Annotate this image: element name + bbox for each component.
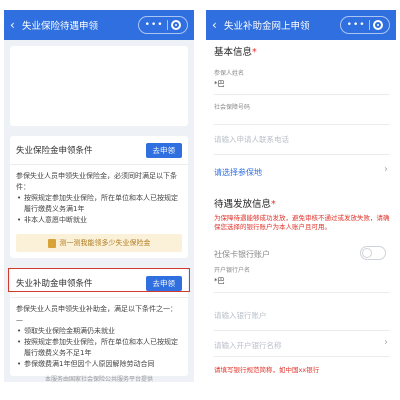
payment-info-heading: 待遇发放信息* bbox=[214, 196, 276, 210]
coin-icon bbox=[47, 238, 56, 248]
conditions-intro: 参保失业人员申领失业保险金，必须同时满足以下条件： bbox=[16, 172, 177, 191]
holder-value: *巴 bbox=[214, 277, 225, 285]
select-location-link[interactable]: 请选择参保地 bbox=[214, 167, 262, 178]
divider bbox=[214, 292, 390, 293]
bank-account-input[interactable]: 请输入银行账户 bbox=[214, 310, 267, 321]
divider bbox=[214, 94, 390, 95]
heading-text: 基本信息 bbox=[214, 47, 253, 58]
left-topbar: ‹ 失业保险待遇申领 ••• bbox=[4, 10, 194, 40]
divider bbox=[214, 330, 390, 331]
phone-input[interactable]: 请输入申请人联系电话 bbox=[214, 134, 289, 145]
target-circle-icon[interactable] bbox=[373, 20, 384, 30]
conditions-intro: 参保失业人员申领失业补助金，满足以下条件之一： bbox=[16, 305, 177, 313]
name-value: *巴 bbox=[214, 80, 225, 88]
ssn-label: 社会保障号码 bbox=[214, 104, 251, 111]
apply-insurance-button[interactable]: 去申领 bbox=[145, 142, 182, 158]
chevron-left-icon[interactable]: ‹ bbox=[10, 18, 20, 32]
right-topbar: ‹ 失业补助金网上申领 ••• bbox=[206, 10, 396, 40]
condition-item: 非本人意愿中断就业 bbox=[16, 215, 182, 226]
dash: — bbox=[16, 316, 23, 324]
more-dots-icon[interactable]: ••• bbox=[347, 20, 366, 30]
condition-item: 参保缴费满1年但因个人原因解除劳动合同 bbox=[16, 359, 182, 370]
service-footer: 本服务由国家社会保险公共服务平台提供 bbox=[44, 376, 153, 382]
mini-program-capsule: ••• bbox=[138, 16, 188, 34]
left-screen: ‹ 失业保险待遇申领 ••• 失业保险金申领条件 去申领 参保失业人员申领失业保… bbox=[4, 10, 194, 382]
name-label: 参保人姓名 bbox=[214, 70, 245, 77]
holder-label: 开户银行户名 bbox=[214, 267, 251, 274]
right-screen: ‹ 失业补助金网上申领 ••• 基本信息* 参保人姓名 *巴 社会保障号码 请输… bbox=[206, 10, 396, 382]
target-circle-icon[interactable] bbox=[171, 20, 182, 30]
condition-item: 按照规定参加失业保险，所在单位和本人已按规定履行缴费义务不足1年 bbox=[16, 337, 182, 359]
highlight-box bbox=[8, 268, 190, 292]
mini-program-capsule: ••• bbox=[340, 16, 390, 34]
divider bbox=[10, 164, 188, 165]
social-card-account-label: 社保卡银行账户 bbox=[214, 250, 270, 259]
basic-info-heading: 基本信息* bbox=[214, 44, 257, 58]
card-header: 失业保险金申领条件 去申领 bbox=[16, 142, 182, 158]
right-page-title: 失业补助金网上申领 bbox=[224, 21, 310, 32]
divider bbox=[214, 124, 390, 125]
condition-item: 按照规定参加失业保险，所在单位和本人已按规定履行缴费义务满1年 bbox=[16, 193, 182, 215]
divider bbox=[214, 154, 390, 155]
payment-warning: 为保障待遇能够成功发放，避免审核不通过或发放失败，请确保您选择的银行账户为本人账… bbox=[214, 214, 390, 231]
more-dots-icon[interactable]: ••• bbox=[145, 20, 164, 30]
bank-name-warning: 请填写银行规范简称，如中国xx银行 bbox=[214, 366, 320, 374]
benefit-calculator-banner[interactable]: 测一测我能领多少失业保险金 bbox=[16, 234, 182, 252]
social-card-account-toggle[interactable] bbox=[360, 246, 386, 260]
divider bbox=[10, 297, 188, 298]
top-blank-card bbox=[10, 46, 188, 126]
bank-name-input[interactable]: 请输入开户银行名称 bbox=[214, 340, 282, 351]
left-page-title: 失业保险待遇申领 bbox=[22, 21, 99, 32]
unemployment-insurance-card: 失业保险金申领条件 去申领 参保失业人员申领失业保险金，必须同时满足以下条件： … bbox=[10, 136, 188, 258]
capsule-divider bbox=[166, 20, 168, 30]
required-mark: * bbox=[252, 47, 257, 58]
capsule-divider bbox=[368, 20, 370, 30]
chevron-right-icon[interactable]: › bbox=[384, 164, 388, 175]
condition-item: 领取失业保险金期满仍未就业 bbox=[16, 326, 182, 337]
toggle-knob bbox=[362, 248, 372, 258]
banner-text: 测一测我能领多少失业保险金 bbox=[59, 239, 151, 247]
divider bbox=[214, 356, 390, 357]
required-mark: * bbox=[271, 199, 276, 210]
heading-text: 待遇发放信息 bbox=[214, 199, 272, 210]
card-title: 失业保险金申领条件 bbox=[16, 146, 93, 156]
chevron-left-icon[interactable]: ‹ bbox=[212, 18, 222, 32]
chevron-right-icon[interactable]: › bbox=[384, 337, 388, 348]
